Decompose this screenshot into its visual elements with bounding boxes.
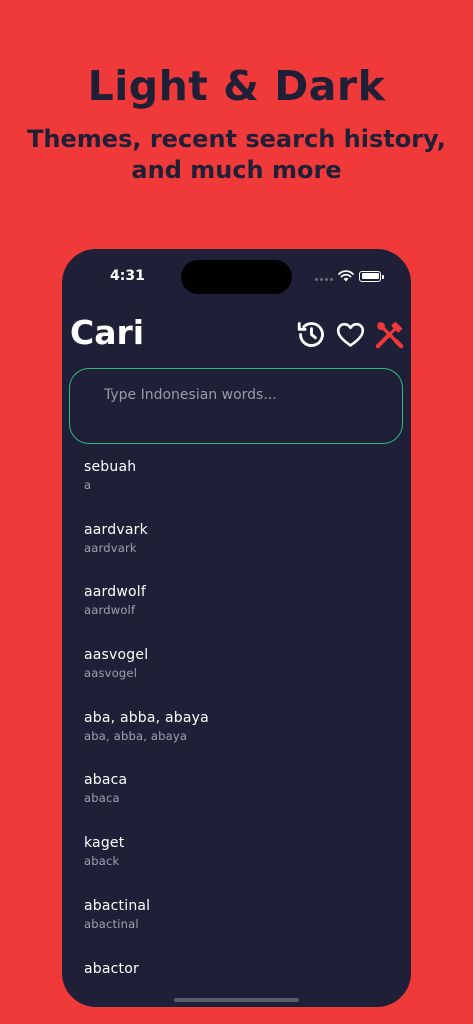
word-term: abactinal — [84, 897, 151, 914]
battery-icon — [359, 270, 384, 282]
word-translation: abaca — [84, 791, 120, 806]
list-item[interactable]: abactor — [62, 959, 411, 976]
word-term: sebuah — [84, 459, 137, 475]
search-input[interactable] — [104, 387, 384, 403]
list-item[interactable]: abaca abaca — [62, 770, 411, 833]
word-translation: aback — [84, 854, 120, 869]
word-translation: abactinal — [84, 916, 139, 931]
word-term: abactor — [84, 960, 139, 976]
word-translation: aasvogel — [84, 666, 138, 681]
promo-subtitle: Themes, recent search history, and much … — [27, 125, 446, 184]
history-button[interactable] — [296, 319, 327, 350]
word-translation: a — [84, 478, 92, 492]
word-term: aardvark — [84, 521, 148, 538]
word-translation: aardvark — [84, 540, 137, 555]
word-term: kaget — [84, 835, 125, 852]
list-item[interactable]: kaget aback — [62, 833, 411, 896]
word-translation: aardwolf — [84, 603, 136, 618]
promo-title: Light & Dark — [87, 62, 386, 110]
heart-icon — [336, 322, 365, 347]
word-list: sebuah a aardvark aardvark aardwolf aard… — [62, 457, 411, 975]
home-indicator[interactable] — [174, 998, 299, 1002]
status-icons — [315, 268, 384, 284]
status-time: 4:31 — [110, 268, 145, 284]
list-item[interactable]: abactinal abactinal — [62, 896, 411, 959]
wifi-icon — [338, 270, 354, 282]
word-term: aba, abba, abaya — [84, 709, 209, 726]
word-term: aasvogel — [84, 647, 149, 664]
word-term: abaca — [84, 772, 128, 789]
word-translation: aba, abba, abaya — [84, 728, 188, 743]
header-actions — [296, 319, 405, 350]
settings-button[interactable] — [374, 319, 405, 350]
favorites-button[interactable] — [335, 319, 366, 350]
list-item[interactable]: sebuah a — [62, 457, 411, 520]
list-item[interactable]: aba, abba, abaya aba, abba, abaya — [62, 708, 411, 771]
cellular-signal-icon — [315, 271, 333, 281]
list-item[interactable]: aardvark aardvark — [62, 520, 411, 583]
word-term: aardwolf — [84, 584, 146, 601]
dynamic-island — [181, 260, 292, 294]
search-box — [69, 368, 403, 444]
tools-icon — [375, 321, 404, 349]
page-title: Cari — [70, 313, 145, 352]
history-icon — [297, 322, 324, 347]
list-item[interactable]: aardwolf aardwolf — [62, 582, 411, 645]
phone-screen: 4:31 Cari Type Indonesian words... sebua… — [62, 249, 411, 1007]
list-item[interactable]: aasvogel aasvogel — [62, 645, 411, 708]
